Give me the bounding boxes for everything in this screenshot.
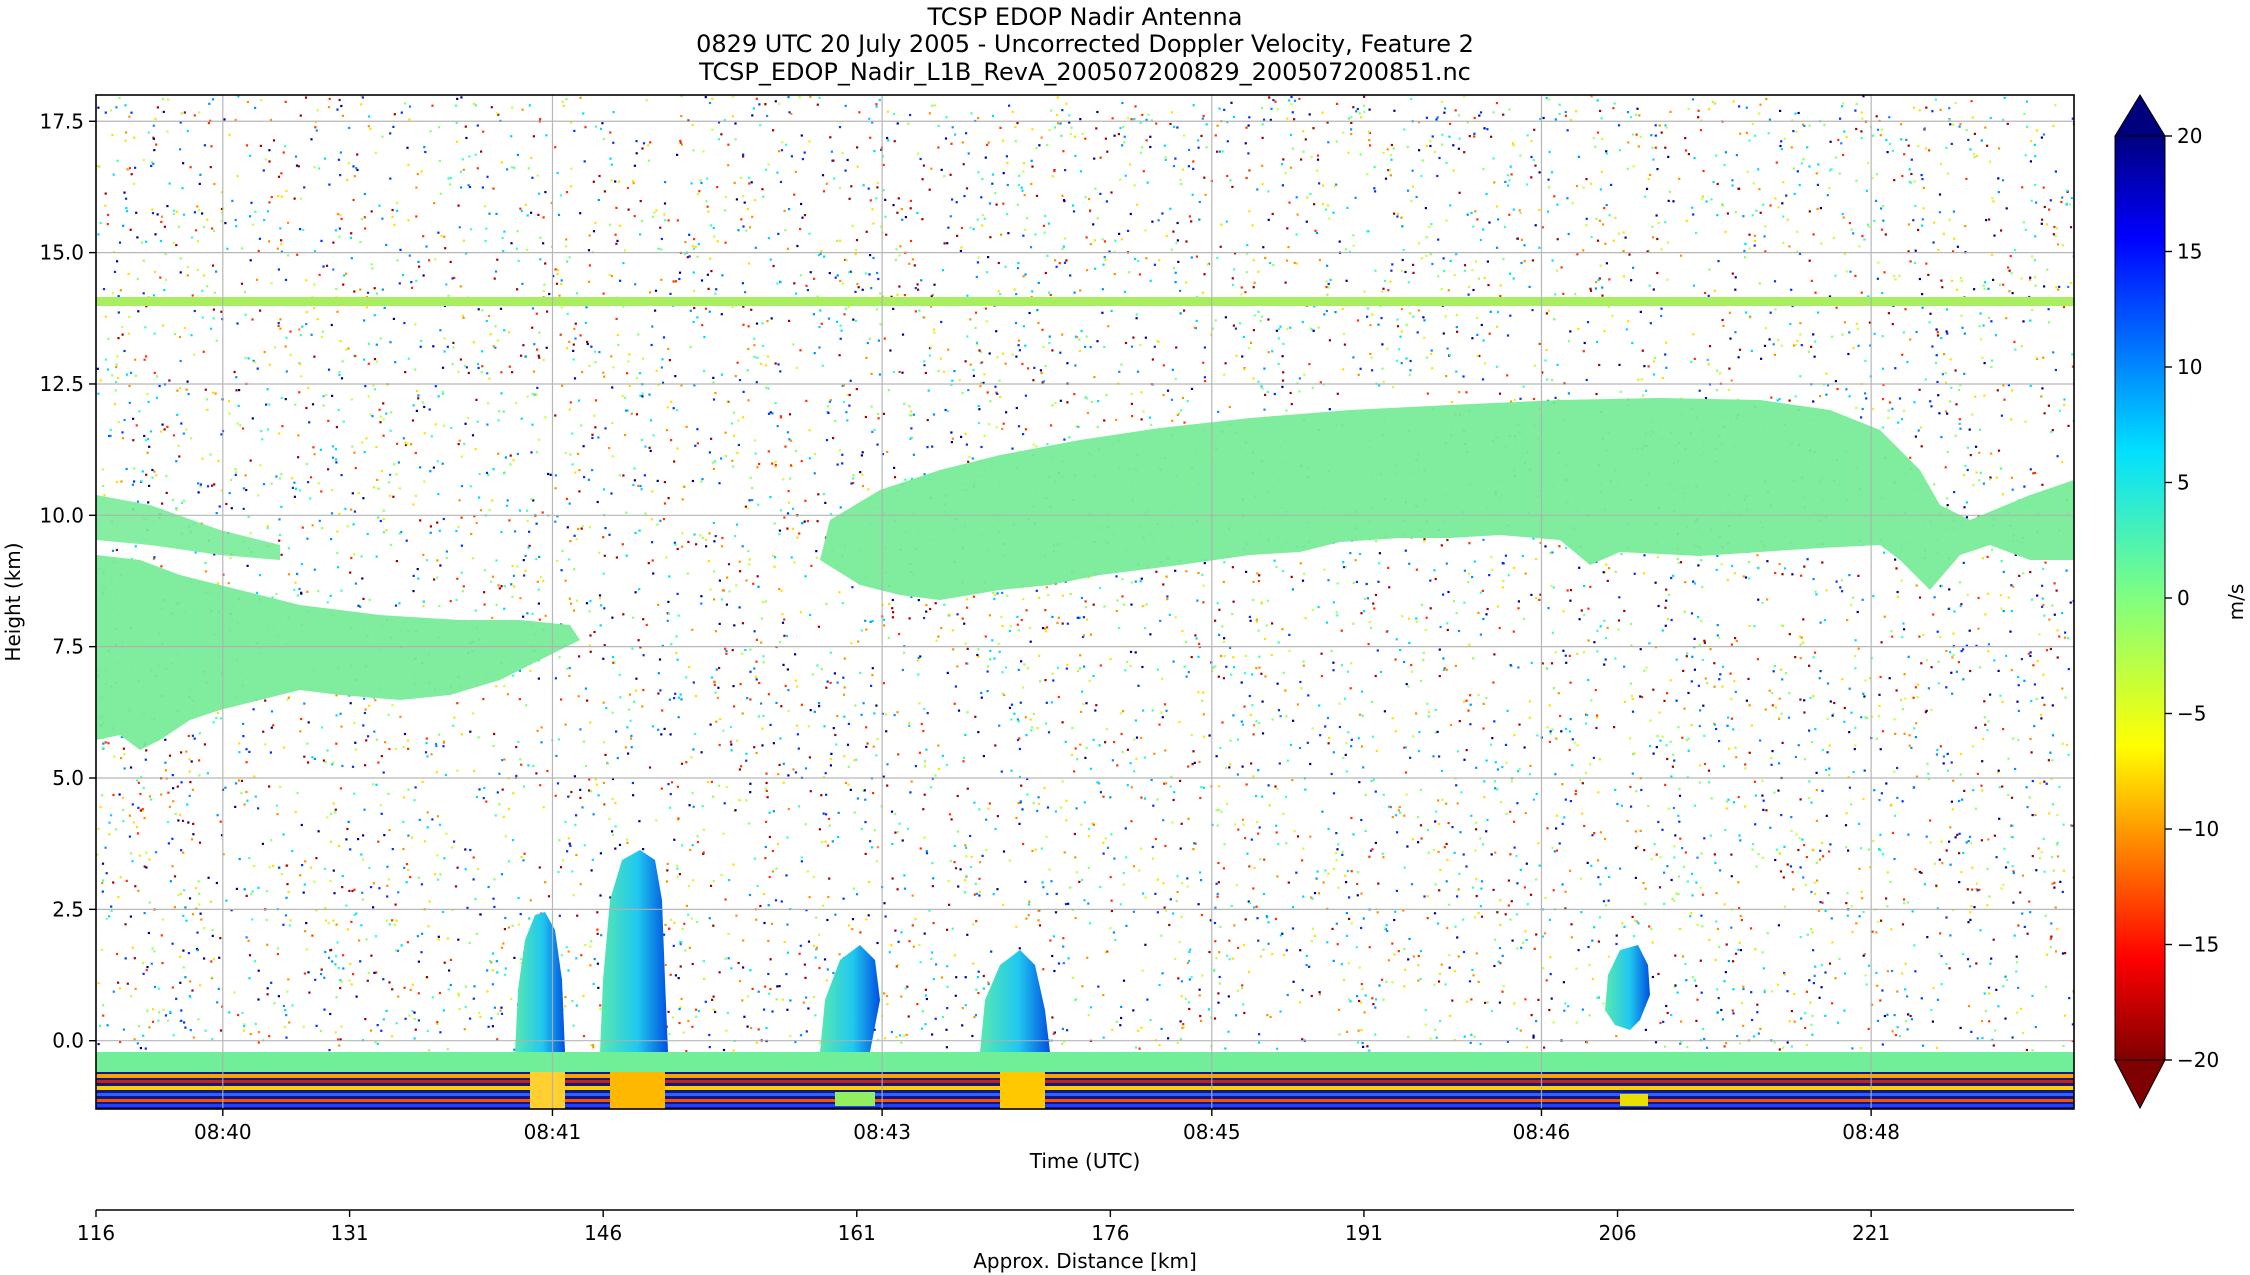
x-tick-label: 08:43 bbox=[853, 1120, 911, 1144]
horizontal-band bbox=[96, 297, 2074, 306]
surface-layer bbox=[96, 1052, 2074, 1072]
distance-tick-label: 221 bbox=[1852, 1221, 1890, 1245]
colorbar-body bbox=[2114, 135, 2166, 1061]
y-tick-label: 10.0 bbox=[39, 503, 84, 527]
plot-area bbox=[95, 94, 2075, 1110]
distance-axis: 116 131 146 161 176 191 206 221 Approx. Distanc… bbox=[77, 1209, 2074, 1273]
distance-tick-label: 161 bbox=[838, 1221, 876, 1245]
colorbar-tick-label: 0 bbox=[2177, 586, 2190, 610]
y-tick-label: 2.5 bbox=[52, 897, 84, 921]
y-tick-label: 7.5 bbox=[52, 635, 84, 659]
colorbar-tick-label: −5 bbox=[2177, 702, 2206, 726]
y-tick-label: 15.0 bbox=[39, 241, 84, 265]
distance-tick-label: 206 bbox=[1598, 1221, 1636, 1245]
y-tick-label: 17.5 bbox=[39, 109, 84, 133]
sub-surface-clutter bbox=[96, 1072, 2074, 1109]
distance-axis-label: Approx. Distance [km] bbox=[973, 1249, 1197, 1273]
y-tick-label: 12.5 bbox=[39, 372, 84, 396]
x-tick-label: 08:46 bbox=[1513, 1120, 1571, 1144]
chart-title-line-2: 0829 UTC 20 July 2005 - Uncorrected Dopp… bbox=[696, 30, 1474, 58]
colorbar-tick-label: −15 bbox=[2177, 933, 2219, 957]
distance-tick-label: 116 bbox=[77, 1221, 115, 1245]
colorbar-tick-label: 20 bbox=[2177, 124, 2202, 148]
colorbar-tick-label: 5 bbox=[2177, 471, 2190, 495]
distance-tick-label: 176 bbox=[1091, 1221, 1129, 1245]
colorbar-label: m/s bbox=[2224, 584, 2248, 621]
y-axis-label: Height (km) bbox=[1, 542, 25, 661]
colorbar-extend-min bbox=[2114, 1059, 2166, 1110]
y-tick-label: 5.0 bbox=[52, 766, 84, 790]
colorbar: −20 −15 −10 −5 0 5 10 15 20 m/s bbox=[2114, 94, 2248, 1110]
x-tick-label: 08:45 bbox=[1183, 1120, 1241, 1144]
x-tick-label: 08:41 bbox=[524, 1120, 582, 1144]
colorbar-tick-label: 15 bbox=[2177, 240, 2202, 264]
x-tick-label: 08:48 bbox=[1842, 1120, 1900, 1144]
distance-tick-label: 146 bbox=[584, 1221, 622, 1245]
colorbar-extend-max bbox=[2114, 94, 2166, 137]
chart-title-line-3: TCSP_EDOP_Nadir_L1B_RevA_200507200829_20… bbox=[698, 58, 1471, 86]
x-axis-label: Time (UTC) bbox=[1029, 1149, 1141, 1173]
x-tick-label: 08:40 bbox=[194, 1120, 252, 1144]
colorbar-tick-label: −10 bbox=[2177, 817, 2219, 841]
y-tick-label: 0.0 bbox=[52, 1029, 84, 1053]
y-axis: 0.0 2.5 5.0 7.5 10.0 12.5 15.0 17.5 bbox=[39, 109, 96, 1053]
distance-tick-label: 131 bbox=[330, 1221, 368, 1245]
distance-tick-label: 191 bbox=[1345, 1221, 1383, 1245]
colorbar-tick-label: −20 bbox=[2177, 1048, 2219, 1072]
figure: TCSP EDOP Nadir Antenna 0829 UTC 20 July… bbox=[1, 3, 2248, 1273]
x-axis: 08:40 08:41 08:43 08:45 08:46 08:48 bbox=[194, 1109, 1900, 1144]
colorbar-tick-label: 10 bbox=[2177, 355, 2202, 379]
chart-title-line-1: TCSP EDOP Nadir Antenna bbox=[927, 3, 1243, 31]
